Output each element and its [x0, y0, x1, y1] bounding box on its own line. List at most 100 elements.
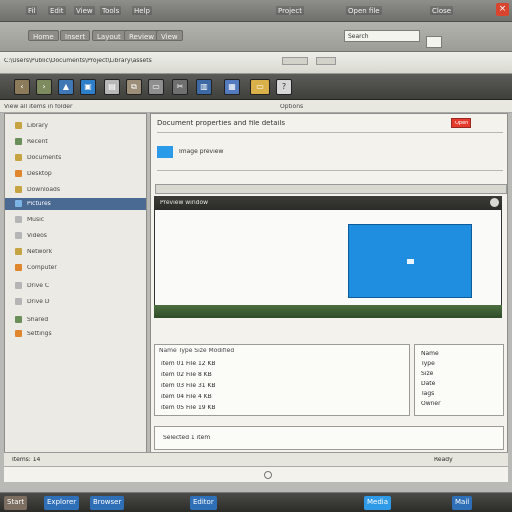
- tab-layout[interactable]: Layout: [92, 30, 126, 41]
- music-icon: [15, 216, 22, 223]
- sidebar-item-computer[interactable]: Computer: [5, 262, 146, 273]
- open-button[interactable]: Open: [451, 118, 471, 128]
- copy-icon[interactable]: ⧉: [126, 79, 142, 95]
- preview-title: Preview window: [160, 200, 209, 206]
- sidebar-item-settings[interactable]: Settings: [5, 328, 146, 339]
- search-icon[interactable]: [426, 36, 442, 48]
- view-icon[interactable]: ▣: [80, 79, 96, 95]
- sidebar-item-library[interactable]: Library: [5, 120, 146, 131]
- menu-edit[interactable]: Edit: [48, 6, 66, 15]
- forward-icon[interactable]: ›: [36, 79, 52, 95]
- status-center: Selected 1 item: [163, 435, 211, 441]
- refresh-button[interactable]: [316, 57, 336, 65]
- drive-icon: [15, 298, 22, 305]
- print-icon[interactable]: ▤: [104, 79, 120, 95]
- sidebar-item-drive-d[interactable]: Drive D: [5, 296, 146, 307]
- file-list: Name Type Size Modified item 01 File 12 …: [154, 344, 410, 416]
- sidebar-item-network[interactable]: Network: [5, 246, 146, 257]
- tab-home[interactable]: Home: [28, 30, 59, 41]
- taskbar-browser[interactable]: Browser: [90, 496, 125, 510]
- sidebar-item-downloads[interactable]: Downloads: [5, 184, 146, 195]
- close-icon[interactable]: [490, 198, 499, 207]
- image-thumbnail[interactable]: [348, 224, 472, 298]
- go-button[interactable]: [282, 57, 308, 65]
- taskbar-media[interactable]: Media: [364, 496, 392, 510]
- folder-icon[interactable]: ▭: [250, 79, 270, 95]
- preview-toolbar[interactable]: [155, 184, 507, 194]
- sidebar-item-documents[interactable]: Documents: [5, 152, 146, 163]
- detail-row: Type: [421, 361, 435, 367]
- grid-icon[interactable]: ▦: [224, 79, 240, 95]
- computer-icon: [15, 264, 22, 271]
- file-icon: [157, 146, 173, 158]
- address-path[interactable]: C:\Users\Public\Documents\Project\Librar…: [4, 58, 304, 64]
- taskbar-editor[interactable]: Editor: [190, 496, 217, 510]
- help-icon[interactable]: ?: [276, 79, 292, 95]
- status-right: Ready: [434, 457, 453, 463]
- up-icon[interactable]: ▲: [58, 79, 74, 95]
- desktop-icon: [15, 170, 22, 177]
- sidebar-item-label: Desktop: [27, 171, 52, 177]
- detail-row: Size: [421, 371, 434, 377]
- list-item[interactable]: item 02 File 8 KB: [161, 372, 401, 378]
- detail-row: Name: [421, 351, 439, 357]
- taskbar-mail[interactable]: Mail: [452, 496, 473, 510]
- sidebar: Library Recent Documents Desktop Downloa…: [4, 113, 147, 463]
- cut-icon[interactable]: ✂: [172, 79, 188, 95]
- sidebar-item-drive-c[interactable]: Drive C: [5, 280, 146, 291]
- start-button[interactable]: Start: [4, 496, 28, 510]
- icon-toolbar: ‹ › ▲ ▣ ▤ ⧉ ▭ ✂ ▥ ▦ ▭ ?: [0, 74, 512, 100]
- detail-row: Tags: [421, 391, 435, 397]
- list-item[interactable]: item 04 File 4 KB: [161, 394, 401, 400]
- sidebar-item-music[interactable]: Music: [5, 214, 146, 225]
- bottom-strip: [4, 466, 508, 482]
- taskbar-explorer[interactable]: Explorer: [44, 496, 80, 510]
- list-item[interactable]: item 05 File 19 KB: [161, 405, 401, 411]
- sidebar-item-videos[interactable]: Videos: [5, 230, 146, 241]
- back-icon[interactable]: ‹: [14, 79, 30, 95]
- ribbon-options[interactable]: Options: [280, 104, 330, 110]
- tab-review[interactable]: Review: [124, 30, 159, 41]
- sidebar-item-pictures[interactable]: Pictures: [5, 198, 146, 210]
- paste-icon[interactable]: ▭: [148, 79, 164, 95]
- preview-statusbar: [154, 305, 502, 318]
- title-right-open[interactable]: Open file: [346, 6, 382, 15]
- image-icon: [15, 200, 22, 207]
- detail-row: Owner: [421, 401, 441, 407]
- download-icon: [15, 186, 22, 193]
- tab-view[interactable]: View: [156, 30, 183, 41]
- sidebar-item-desktop[interactable]: Desktop: [5, 168, 146, 179]
- open-button-label: Open: [455, 121, 469, 126]
- list-item[interactable]: item 01 File 12 KB: [161, 361, 401, 367]
- list-item[interactable]: item 03 File 31 KB: [161, 383, 401, 389]
- save-icon[interactable]: ▥: [196, 79, 212, 95]
- share-icon: [15, 316, 22, 323]
- divider: [157, 132, 503, 133]
- sidebar-item-label: Videos: [27, 233, 47, 239]
- list-header: Name Type Size Modified: [159, 348, 235, 354]
- menu-view[interactable]: View: [74, 6, 95, 15]
- network-icon: [15, 248, 22, 255]
- sidebar-item-label: Downloads: [27, 187, 60, 193]
- sidebar-item-label: Computer: [27, 265, 57, 271]
- sidebar-item-label: Library: [27, 123, 48, 129]
- tab-insert[interactable]: Insert: [60, 30, 91, 41]
- detail-row: Date: [421, 381, 436, 387]
- menu-file[interactable]: Fil: [26, 6, 38, 15]
- menu-help[interactable]: Help: [132, 6, 152, 15]
- sidebar-item-shared[interactable]: Shared: [5, 314, 146, 325]
- sidebar-item-label: Shared: [27, 317, 49, 323]
- taskbar: Start Explorer Browser Editor Media Mail: [0, 492, 512, 512]
- video-icon: [15, 232, 22, 239]
- file-subtitle: Image preview: [179, 149, 224, 155]
- search-input[interactable]: Search: [344, 30, 420, 42]
- ribbon-row: View all items in folder Options: [0, 100, 512, 113]
- sidebar-item-recent[interactable]: Recent: [5, 136, 146, 147]
- drive-icon: [15, 282, 22, 289]
- refresh-icon[interactable]: [264, 471, 272, 479]
- close-icon[interactable]: ×: [496, 3, 509, 16]
- title-right-close[interactable]: Close: [430, 6, 454, 15]
- clock-icon: [15, 138, 22, 145]
- title-right-project: Project: [276, 6, 304, 15]
- menu-tools[interactable]: Tools: [100, 6, 122, 15]
